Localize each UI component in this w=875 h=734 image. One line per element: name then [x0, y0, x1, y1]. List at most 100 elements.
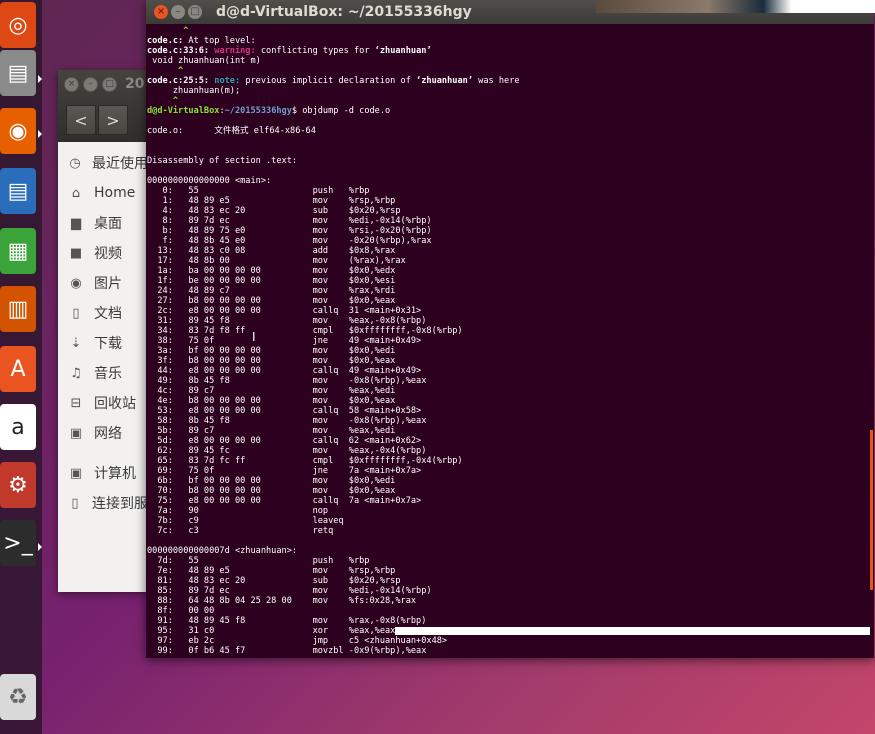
terminal-line: 97: eb 2c jmp c5 <zhuanhuan+0x48>: [147, 636, 875, 646]
sidebar-item[interactable]: ⌂ Home: [58, 178, 148, 208]
terminal-line: zhuanhuan(m);: [147, 86, 875, 96]
terminal-line: 7b: c9 leaveq: [147, 516, 875, 526]
file-manager-toolbar: < >: [58, 98, 148, 142]
terminal-line: 70: b8 00 00 00 00 mov $0x0,%eax: [147, 486, 875, 496]
settings-icon[interactable]: ⚙: [0, 462, 36, 508]
forward-button[interactable]: >: [98, 105, 128, 135]
sidebar: ◷ 最近使用 ⌂ Home ▆ 桌面 ■ 视频 ◉ 图片 ▯ 文档 ⇣ 下载 ♫ 音乐 ⊟ 回收站 ▣ 网络 ▣ 计算机 ▯…: [58, 142, 148, 518]
sidebar-item[interactable]: ◉ 图片: [58, 268, 148, 298]
terminal-text: Disassembly of section .text:: [147, 156, 298, 166]
terminal-text: 49: 8b 45 f8 mov -0x8(%rbp),%eax: [147, 376, 427, 386]
terminal-text: zhuanhuan(m);: [147, 86, 241, 96]
sidebar-item[interactable]: ▯ 文档: [58, 298, 148, 328]
terminal-text: 0000000000000000 <main>:: [147, 176, 272, 186]
writer-icon[interactable]: ▤: [0, 168, 36, 214]
minimize-icon[interactable]: –: [171, 5, 185, 19]
maximize-icon[interactable]: □: [188, 5, 202, 19]
terminal-text: 81: 48 83 ec 20 sub $0x20,%rsp: [147, 576, 401, 586]
terminal-text: 4c: 89 c7 mov %eax,%edi: [147, 386, 396, 396]
back-button[interactable]: <: [66, 105, 96, 135]
terminal-text: 91: 48 89 45 f8 mov %rax,-0x8(%rbp): [147, 616, 427, 626]
trash-icon[interactable]: ♻: [0, 674, 36, 720]
sidebar-item[interactable]: ▣ 网络: [58, 418, 148, 448]
close-icon[interactable]: ×: [64, 76, 79, 92]
firefox-icon[interactable]: ◉: [0, 108, 36, 154]
terminal-text: ‘zhuanhuan’: [374, 46, 432, 56]
software-center-icon[interactable]: A: [0, 346, 36, 392]
terminal-line: 53: e8 00 00 00 00 callq 58 <main+0x58>: [147, 406, 875, 416]
terminal-text: was here: [472, 76, 520, 86]
terminal-line: 13: 48 83 c0 08 add $0x8,%rax: [147, 246, 875, 256]
terminal-text: 75: e8 00 00 00 00 callq 7a <main+0x7a>: [147, 496, 422, 506]
terminal-text: f: 48 8b 45 e0 mov -0x20(%rbp),%rax: [147, 236, 432, 246]
launcher: ◎ ▤ ◉ ▤ ▦ ▥ Aa ⚙ >_ ♻: [0, 0, 42, 734]
terminal-text: conflicting types for: [260, 46, 375, 56]
terminal-text: 99: 0f b6 45 f7 movzbl -0x9(%rbp),%eax: [147, 646, 427, 656]
document-icon: ▯: [72, 305, 80, 321]
video-icon: ■: [69, 245, 83, 261]
terminal-line: 34: 83 7d f8 ff cmpl $0xffffffff,-0x8(%r…: [147, 326, 875, 336]
terminal-line: ^: [147, 26, 875, 36]
terminal-line: 7c: c3 retq: [147, 526, 875, 536]
sidebar-item-label: 连接到服: [92, 496, 148, 512]
terminal-line: 1f: be 00 00 00 00 mov $0x0,%esi: [147, 276, 875, 286]
terminal-text: ^: [147, 26, 189, 36]
terminal-text: $ objdump -d code.o: [291, 106, 391, 116]
sidebar-item-label: 音乐: [94, 366, 122, 382]
terminal-line: 3f: b8 00 00 00 00 mov $0x0,%eax: [147, 356, 875, 366]
terminal-text: 8f: 00 00: [147, 606, 215, 616]
terminal-text: b: 48 89 75 e0 mov %rsi,-0x20(%rbp): [147, 226, 432, 236]
terminal-line: 44: e8 00 00 00 00 callq 49 <main+0x49>: [147, 366, 875, 376]
minimize-icon[interactable]: –: [83, 76, 98, 92]
sidebar-item[interactable]: ▣ 计算机: [58, 458, 148, 488]
terminal-line: 91: 48 89 45 f8 mov %rax,-0x8(%rbp): [147, 616, 875, 626]
sidebar-item[interactable]: ⊟ 回收站: [58, 388, 148, 418]
terminal-line: 99: 0f b6 45 f7 movzbl -0x9(%rbp),%eax: [147, 646, 875, 656]
files-icon[interactable]: ▤: [0, 50, 36, 96]
sidebar-item[interactable]: ■ 视频: [58, 238, 148, 268]
terminal-line: 4c: 89 c7 mov %eax,%edi: [147, 386, 875, 396]
sidebar-item[interactable]: ◷ 最近使用: [58, 148, 148, 178]
terminal-line: 69: 75 0f jne 7a <main+0x7a>: [147, 466, 875, 476]
terminal-line: f: 48 8b 45 e0 mov -0x20(%rbp),%rax: [147, 236, 875, 246]
terminal-line: code.c: At top level:: [147, 36, 875, 46]
terminal-text: 17: 48 8b 00 mov (%rax),%rax: [147, 256, 406, 266]
terminal-text: 44: e8 00 00 00 00 callq 49 <main+0x49>: [147, 366, 422, 376]
sidebar-separator: [58, 448, 148, 458]
calc-icon[interactable]: ▦: [0, 228, 36, 274]
terminal-text: 4e: b8 00 00 00 00 mov $0x0,%eax: [147, 396, 396, 406]
terminal-text: 7e: 48 89 e5 mov %rsp,%rbp: [147, 566, 396, 576]
terminal-line: b: 48 89 75 e0 mov %rsi,-0x20(%rbp): [147, 226, 875, 236]
terminal-line: Disassembly of section .text:: [147, 156, 875, 166]
terminal-line: 65: 83 7d fc ff cmpl $0xffffffff,-0x4(%r…: [147, 456, 875, 466]
ubuntu-dash-icon[interactable]: ◎: [0, 2, 36, 48]
folder-icon: ▆: [71, 215, 81, 231]
impress-icon[interactable]: ▥: [0, 286, 36, 332]
sidebar-item[interactable]: ⇣ 下载: [58, 328, 148, 358]
sidebar-item[interactable]: ♫ 音乐: [58, 358, 148, 388]
scrollbar[interactable]: [870, 430, 873, 590]
terminal-text: 65: 83 7d fc ff cmpl $0xffffffff,-0x4(%r…: [147, 456, 463, 466]
terminal-text: 88: 64 48 8b 04 25 28 00 mov %fs:0x28,%r…: [147, 596, 417, 606]
terminal-icon[interactable]: >_: [0, 520, 36, 566]
computer-icon: ▣: [69, 465, 83, 481]
terminal-text: 6b: bf 00 00 00 00 mov $0x0,%edi: [147, 476, 396, 486]
close-icon[interactable]: ×: [154, 5, 168, 19]
trash-icon: ⊟: [70, 395, 82, 411]
terminal-line: code.c:33:6: warning: conflicting types …: [147, 46, 875, 56]
terminal-line: 1a: ba 00 00 00 00 mov $0x0,%edx: [147, 266, 875, 276]
terminal-line: 5d: e8 00 00 00 00 callq 62 <main+0x62>: [147, 436, 875, 446]
background-window-edge: [596, 0, 875, 13]
sidebar-item[interactable]: ▯ 连接到服: [58, 488, 148, 518]
terminal-line: 2c: e8 00 00 00 00 callq 31 <main+0x31>: [147, 306, 875, 316]
terminal-text: ‘zhuanhuan’: [416, 76, 473, 86]
sidebar-item-label: 视频: [94, 246, 122, 262]
sidebar-item[interactable]: ▆ 桌面: [58, 208, 148, 238]
terminal-text: 1: 48 89 e5 mov %rsp,%rbp: [147, 196, 396, 206]
sidebar-item-label: 桌面: [94, 216, 122, 232]
maximize-icon[interactable]: □: [102, 76, 117, 92]
amazon-icon[interactable]: a: [0, 404, 36, 450]
clock-icon: ◷: [69, 155, 81, 171]
